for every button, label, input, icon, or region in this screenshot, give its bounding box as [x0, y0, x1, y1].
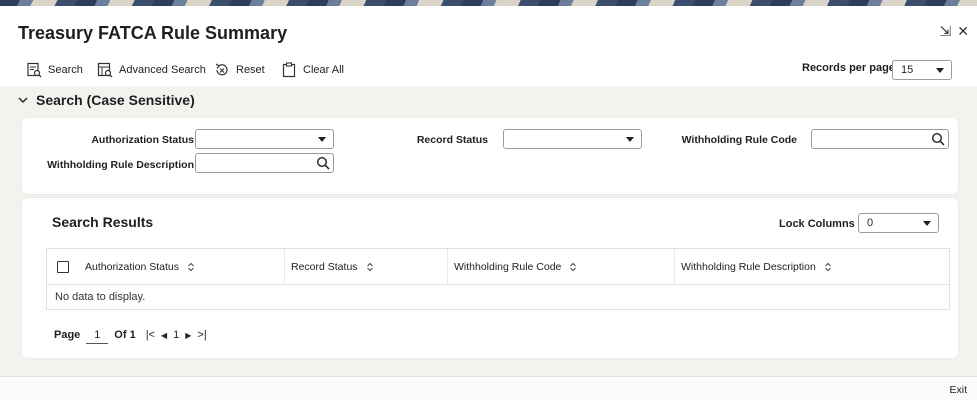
- withholding-rule-code-input[interactable]: [811, 129, 949, 149]
- sort-icon: [188, 262, 194, 271]
- results-table: Authorization Status Record Status Withh…: [46, 248, 950, 310]
- record-status-label: Record Status: [416, 134, 488, 146]
- page-number-input[interactable]: 1: [86, 326, 109, 344]
- next-page-button[interactable]: ▶: [185, 331, 191, 340]
- table-header-row: Authorization Status Record Status Withh…: [47, 248, 949, 285]
- column-header-label: Record Status: [291, 260, 358, 273]
- clipboard-icon: [282, 62, 296, 78]
- empty-table-message: No data to display.: [55, 291, 146, 303]
- select-all-checkbox[interactable]: [57, 260, 69, 273]
- sort-icon: [366, 262, 373, 271]
- search-results-panel: Search Results Lock Columns 0 Authorizat…: [22, 198, 958, 358]
- search-section-toggle[interactable]: Search (Case Sensitive): [18, 92, 195, 108]
- select-all-cell: [47, 249, 79, 285]
- authorization-status-select[interactable]: [195, 129, 334, 149]
- column-header-label: Withholding Rule Description: [681, 260, 816, 273]
- lock-columns-label: Lock Columns: [779, 218, 855, 230]
- chevron-down-icon: [626, 137, 634, 142]
- page-title: Treasury FATCA Rule Summary: [18, 23, 288, 43]
- records-per-page-select[interactable]: 15: [892, 60, 952, 80]
- reset-icon: [215, 63, 228, 76]
- advanced-search-button[interactable]: Advanced Search: [97, 62, 206, 78]
- sort-icon: [824, 262, 831, 271]
- search-icon[interactable]: [316, 156, 330, 170]
- reset-button[interactable]: Reset: [214, 62, 265, 78]
- close-icon[interactable]: ✕: [957, 24, 969, 38]
- records-per-page-label: Records per page: [802, 62, 895, 74]
- chevron-down-icon: [18, 97, 28, 103]
- reset-label: Reset: [236, 64, 265, 76]
- pagination: Page 1 Of 1 |< ◀ 1 ▶ >|: [54, 326, 207, 344]
- page-header: Treasury FATCA Rule Summary ⇲ ✕: [0, 6, 977, 56]
- lock-columns-value: 0: [867, 217, 874, 229]
- chevron-down-icon: [936, 68, 944, 73]
- withholding-rule-code-label: Withholding Rule Code: [681, 134, 797, 146]
- search-doc-icon: [27, 62, 42, 78]
- search-icon[interactable]: [931, 132, 945, 146]
- withholding-rule-description-label: Withholding Rule Description: [47, 159, 194, 171]
- first-page-button[interactable]: |<: [146, 329, 155, 341]
- previous-page-button[interactable]: ◀: [161, 331, 167, 340]
- search-button-label: Search: [48, 64, 83, 76]
- chevron-down-icon: [923, 221, 931, 226]
- authorization-status-label: Authorization Status: [91, 134, 194, 146]
- column-header-withholding-rule-code[interactable]: Withholding Rule Code: [448, 248, 675, 285]
- column-header-label: Authorization Status: [85, 260, 179, 273]
- current-page-number: 1: [173, 329, 180, 341]
- record-status-select[interactable]: [503, 129, 642, 149]
- column-header-label: Withholding Rule Code: [454, 260, 562, 273]
- search-criteria-panel: Authorization Status Record Status Withh…: [22, 118, 958, 194]
- chevron-down-icon: [318, 137, 326, 142]
- window-controls: ⇲ ✕: [940, 24, 969, 38]
- advanced-search-icon: [97, 62, 113, 78]
- column-header-record-status[interactable]: Record Status: [285, 248, 448, 285]
- collapse-icon[interactable]: ⇲: [940, 24, 952, 38]
- withholding-rule-description-input[interactable]: [195, 153, 334, 173]
- advanced-search-label: Advanced Search: [119, 64, 206, 76]
- clear-all-label: Clear All: [303, 64, 344, 76]
- exit-button[interactable]: Exit: [949, 384, 967, 396]
- column-header-withholding-rule-description[interactable]: Withholding Rule Description: [675, 249, 949, 285]
- search-results-title: Search Results: [52, 214, 154, 230]
- last-page-button[interactable]: >|: [197, 329, 206, 341]
- search-section-title: Search (Case Sensitive): [36, 92, 195, 108]
- column-header-authorization-status[interactable]: Authorization Status: [79, 248, 285, 285]
- records-per-page-value: 15: [901, 64, 914, 76]
- page-of-label: Of 1: [114, 329, 136, 341]
- footer-bar: Exit: [0, 376, 977, 400]
- lock-columns-select[interactable]: 0: [858, 213, 939, 233]
- sort-icon: [570, 262, 577, 271]
- clear-all-button[interactable]: Clear All: [281, 62, 344, 78]
- page-label: Page: [54, 329, 81, 341]
- search-button[interactable]: Search: [26, 62, 83, 78]
